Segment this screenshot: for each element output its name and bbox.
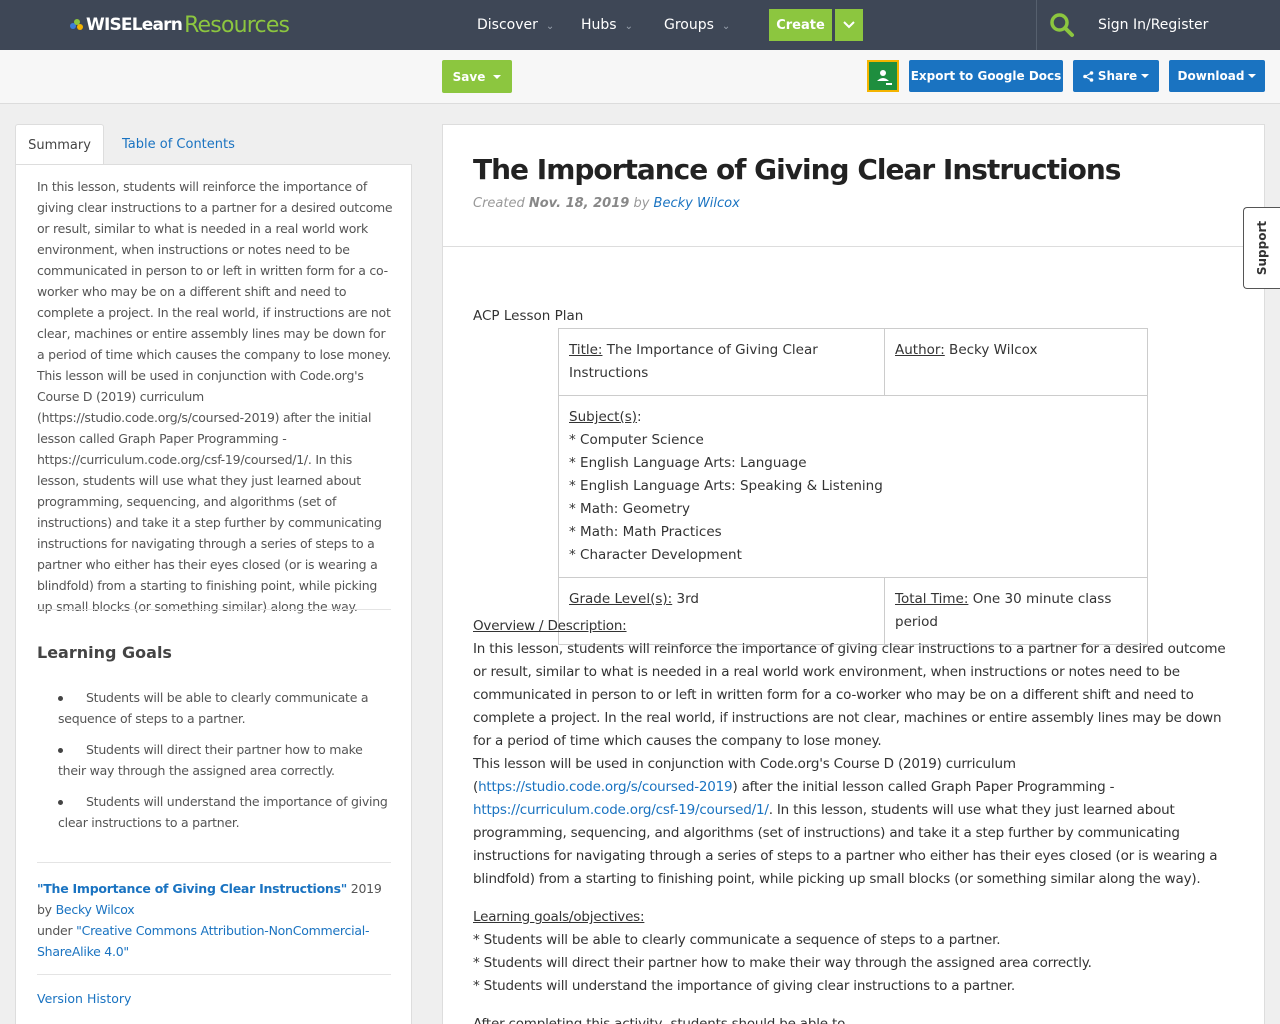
attribution: "The Importance of Giving Clear Instruct…: [37, 878, 393, 962]
attribution-under: under: [37, 923, 77, 938]
chevron-down-icon: ⌄: [545, 21, 555, 32]
subject-item: * English Language Arts: Speaking & List…: [569, 478, 883, 494]
classroom-person-icon: [877, 70, 892, 85]
version-history-link[interactable]: Version History: [37, 991, 131, 1006]
download-label: Download: [1177, 69, 1245, 83]
nav-groups[interactable]: Groups ⌄: [664, 0, 730, 50]
chevron-down-icon: ⌄: [624, 21, 633, 32]
overview-heading: Overview / Description:: [473, 618, 627, 634]
save-button-label: Save: [452, 69, 486, 84]
divider: [37, 862, 391, 863]
overview-paragraph: In this lesson, students will reinforce …: [473, 641, 1226, 749]
nav-hubs[interactable]: Hubs ⌄: [581, 0, 633, 50]
lesson-plan-table: Title: The Importance of Giving Clear In…: [558, 328, 1148, 645]
acp-lesson-plan-label: ACP Lesson Plan: [473, 308, 584, 324]
time-label: Total Time:: [895, 591, 969, 607]
learning-goal-item: Students will be able to clearly communi…: [58, 687, 394, 729]
share-icon: [1083, 70, 1094, 82]
share-button[interactable]: Share: [1073, 60, 1159, 92]
learning-goal-item: Students will understand the importance …: [58, 791, 394, 833]
learning-goals-heading: Learning Goals: [37, 643, 172, 662]
author-link[interactable]: Becky Wilcox: [654, 196, 740, 211]
tab-summary[interactable]: Summary: [15, 124, 104, 165]
share-label: Share: [1097, 69, 1138, 83]
page-title: The Importance of Giving Clear Instructi…: [473, 153, 1121, 186]
create-button[interactable]: Create: [769, 9, 832, 41]
nav-discover-label: Discover: [477, 17, 538, 33]
created-label: Created: [473, 196, 529, 211]
goals-section: Learning goals/objectives: * Students wi…: [473, 906, 1235, 998]
studio-code-link[interactable]: https://studio.code.org/s/coursed-2019: [478, 779, 733, 795]
attribution-title-link[interactable]: "The Importance of Giving Clear Instruct…: [37, 881, 347, 896]
create-dropdown-toggle[interactable]: [835, 9, 863, 41]
lesson-body: Overview / Description: In this lesson, …: [473, 615, 1235, 1024]
save-button[interactable]: Save: [442, 60, 512, 93]
chevron-down-icon: [843, 21, 855, 29]
subject-item: * Character Development: [569, 547, 742, 563]
goals-heading: Learning goals/objectives:: [473, 909, 645, 925]
learning-goals-list: Students will be able to clearly communi…: [58, 687, 394, 843]
chevron-down-icon: ⌄: [721, 21, 731, 32]
download-button[interactable]: Download: [1169, 60, 1265, 92]
by-label: by: [629, 196, 654, 211]
subject-item: * English Language Arts: Language: [569, 455, 807, 471]
tab-table-of-contents[interactable]: Table of Contents: [122, 124, 235, 165]
after-activity-text: After completing this activity, students…: [473, 1016, 846, 1024]
title-label: Title:: [569, 342, 603, 358]
subject-item: * Math: Geometry: [569, 501, 690, 517]
curriculum-code-link[interactable]: https://curriculum.code.org/csf-19/cours…: [473, 802, 769, 818]
signin-register-link[interactable]: Sign In/Register: [1098, 0, 1208, 50]
overview-paragraph-part: ) after the initial lesson called Graph …: [732, 779, 1115, 795]
nav-discover[interactable]: Discover ⌄: [477, 0, 554, 50]
goal-item: * Students will understand the importanc…: [473, 978, 1015, 994]
divider: [37, 609, 391, 610]
resource-toolbar: Save Export to Google Docs Share Downloa…: [0, 50, 1280, 104]
summary-text: In this lesson, students will reinforce …: [37, 179, 393, 614]
search-icon[interactable]: [1049, 12, 1075, 38]
goal-item: * Students will direct their partner how…: [473, 955, 1092, 971]
logo-resources-text: Resources: [184, 12, 290, 38]
caret-down-icon: [1141, 74, 1150, 78]
logo-mark-icon: [70, 18, 84, 32]
divider: [37, 974, 391, 975]
caret-down-icon: [1248, 74, 1257, 78]
created-date: Nov. 18, 2019: [528, 196, 630, 211]
author-value: Becky Wilcox: [944, 342, 1038, 358]
google-classroom-icon[interactable]: [867, 60, 899, 92]
nav-groups-label: Groups: [664, 17, 714, 33]
license-link[interactable]: "Creative Commons Attribution-NonCommerc…: [37, 923, 370, 959]
attribution-author-link[interactable]: Becky Wilcox: [56, 902, 135, 917]
nav-divider: [1036, 0, 1037, 50]
learning-goal-item: Students will direct their partner how t…: [58, 739, 394, 781]
overview-section: Overview / Description: In this lesson, …: [473, 615, 1235, 891]
support-tab[interactable]: Support: [1243, 207, 1280, 289]
title-value: The Importance of Giving Clear Instructi…: [569, 342, 818, 381]
goal-item: * Students will be able to clearly commu…: [473, 932, 1001, 948]
table-row: Subject(s): * Computer Science * English…: [558, 395, 1148, 578]
top-navbar: WISELearn Resources Discover ⌄ Hubs ⌄ Grou…: [0, 0, 1280, 50]
subjects-cell: Subject(s): * Computer Science * English…: [558, 395, 1148, 578]
summary-panel: In this lesson, students will reinforce …: [15, 164, 412, 1024]
grade-value: 3rd: [672, 591, 699, 607]
grade-label: Grade Level(s):: [569, 591, 673, 607]
resource-main-panel: The Importance of Giving Clear Instructi…: [442, 124, 1265, 1024]
author-cell: Author: Becky Wilcox: [884, 328, 1148, 396]
divider: [443, 246, 1264, 247]
caret-down-icon: [493, 74, 502, 79]
subjects-label: Subject(s): [569, 409, 638, 425]
created-meta: Created Nov. 18, 2019 by Becky Wilcox: [473, 196, 740, 211]
author-label: Author:: [895, 342, 945, 358]
table-row: Title: The Importance of Giving Clear In…: [558, 328, 1148, 396]
subject-item: * Math: Math Practices: [569, 524, 722, 540]
wiselearn-logo[interactable]: WISELearn Resources: [70, 12, 290, 38]
export-google-docs-button[interactable]: Export to Google Docs: [909, 60, 1063, 92]
nav-hubs-label: Hubs: [581, 17, 617, 33]
support-label: Support: [1255, 220, 1269, 276]
title-cell: Title: The Importance of Giving Clear In…: [558, 328, 885, 396]
subject-item: * Computer Science: [569, 432, 704, 448]
logo-wise-text: WISELearn: [86, 15, 183, 35]
